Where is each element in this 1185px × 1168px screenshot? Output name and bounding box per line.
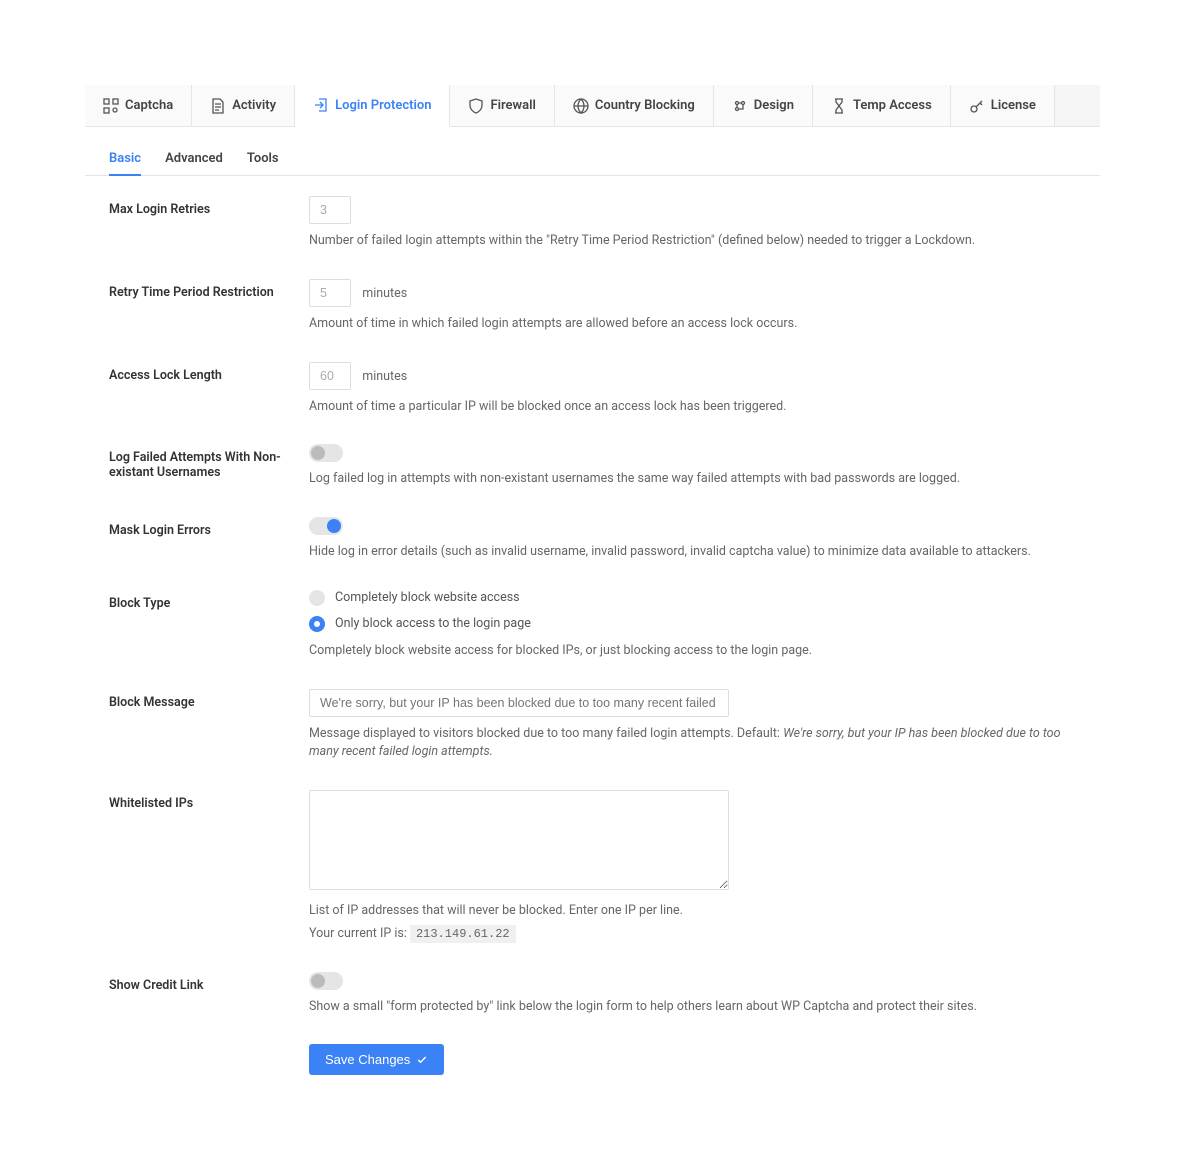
tab-captcha[interactable]: Captcha bbox=[85, 85, 192, 126]
tab-firewall[interactable]: Firewall bbox=[450, 85, 554, 126]
block-type-option-0[interactable]: Completely block website access bbox=[309, 590, 1076, 606]
current-ip-value: 213.149.61.22 bbox=[410, 925, 516, 943]
tab-temp-access[interactable]: Temp Access bbox=[813, 85, 951, 126]
log-failed-toggle[interactable] bbox=[309, 444, 343, 462]
tab-design[interactable]: Design bbox=[714, 85, 813, 126]
mask-errors-label: Mask Login Errors bbox=[109, 517, 309, 538]
tab-label: Design bbox=[754, 98, 794, 113]
retry-period-input[interactable] bbox=[309, 279, 351, 307]
tab-label: License bbox=[991, 98, 1036, 113]
lock-length-label: Access Lock Length bbox=[109, 362, 309, 383]
tab-login-protection[interactable]: Login Protection bbox=[295, 85, 450, 127]
block-type-help: Completely block website access for bloc… bbox=[309, 642, 1076, 661]
form-area: Max Login Retries Number of failed login… bbox=[85, 196, 1100, 1127]
mask-errors-help: Hide log in error details (such as inval… bbox=[309, 543, 1076, 562]
tab-label: Activity bbox=[232, 98, 276, 113]
log-failed-help: Log failed log in attempts with non-exis… bbox=[309, 470, 1076, 489]
whitelisted-ips-textarea[interactable] bbox=[309, 790, 729, 890]
credit-link-toggle[interactable] bbox=[309, 972, 343, 990]
sub-tabs: Basic Advanced Tools bbox=[85, 127, 1100, 176]
shield-icon bbox=[468, 98, 484, 114]
tab-label: Firewall bbox=[490, 98, 535, 113]
max-retries-input[interactable] bbox=[309, 196, 351, 224]
block-type-label: Block Type bbox=[109, 590, 309, 611]
radio-icon bbox=[309, 590, 325, 606]
key-icon bbox=[969, 98, 985, 114]
credit-link-label: Show Credit Link bbox=[109, 972, 309, 993]
mask-errors-toggle[interactable] bbox=[309, 517, 343, 535]
tab-label: Captcha bbox=[125, 98, 173, 113]
tab-label: Temp Access bbox=[853, 98, 932, 113]
whitelisted-ips-label: Whitelisted IPs bbox=[109, 790, 309, 811]
subtab-basic[interactable]: Basic bbox=[109, 143, 141, 176]
radio-label: Completely block website access bbox=[335, 590, 520, 605]
block-message-input[interactable] bbox=[309, 689, 729, 717]
login-icon bbox=[313, 97, 329, 113]
globe-icon bbox=[573, 98, 589, 114]
subtab-tools[interactable]: Tools bbox=[247, 143, 279, 175]
current-ip-line: Your current IP is: 213.149.61.22 bbox=[309, 925, 1076, 944]
retry-period-label: Retry Time Period Restriction bbox=[109, 279, 309, 300]
retry-period-suffix: minutes bbox=[362, 286, 407, 301]
radio-label: Only block access to the login page bbox=[335, 616, 531, 631]
block-message-label: Block Message bbox=[109, 689, 309, 710]
captcha-icon bbox=[103, 98, 119, 114]
radio-icon bbox=[309, 616, 325, 632]
main-tabs: Captcha Activity Login Protection Firewall C… bbox=[85, 85, 1100, 127]
tab-country-blocking[interactable]: Country Blocking bbox=[555, 85, 714, 126]
credit-link-help: Show a small "form protected by" link be… bbox=[309, 998, 1076, 1017]
subtab-advanced[interactable]: Advanced bbox=[165, 143, 223, 175]
max-retries-label: Max Login Retries bbox=[109, 196, 309, 217]
tab-label: Country Blocking bbox=[595, 98, 695, 113]
max-retries-help: Number of failed login attempts within t… bbox=[309, 232, 1076, 251]
retry-period-help: Amount of time in which failed login att… bbox=[309, 315, 1076, 334]
lock-length-help: Amount of time a particular IP will be b… bbox=[309, 398, 1076, 417]
tab-license[interactable]: License bbox=[951, 85, 1055, 126]
tab-label: Login Protection bbox=[335, 98, 431, 113]
design-icon bbox=[732, 98, 748, 114]
tab-activity[interactable]: Activity bbox=[192, 85, 295, 126]
block-message-help: Message displayed to visitors blocked du… bbox=[309, 725, 1076, 763]
whitelisted-ips-help: List of IP addresses that will never be … bbox=[309, 902, 1076, 921]
lock-length-input[interactable] bbox=[309, 362, 351, 390]
hourglass-icon bbox=[831, 98, 847, 114]
save-button[interactable]: Save Changes bbox=[309, 1044, 444, 1075]
file-icon bbox=[210, 98, 226, 114]
block-type-option-1[interactable]: Only block access to the login page bbox=[309, 616, 1076, 632]
lock-length-suffix: minutes bbox=[362, 369, 407, 384]
log-failed-label: Log Failed Attempts With Non-existant Us… bbox=[109, 444, 309, 480]
